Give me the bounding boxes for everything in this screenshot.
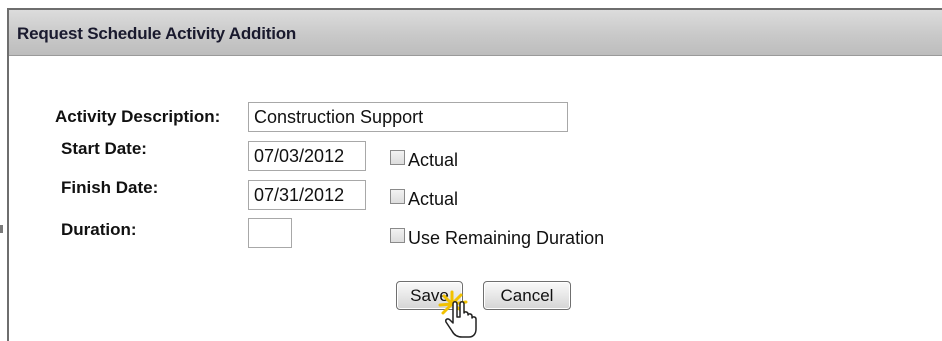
start-date-input[interactable]: 07/03/2012 — [248, 141, 366, 171]
finish-date-actual-option[interactable]: Actual — [390, 186, 459, 209]
window-edge-marker — [0, 225, 3, 233]
start-date-actual-checkbox[interactable] — [390, 150, 405, 165]
dialog-title-bar: Request Schedule Activity Addition — [9, 10, 942, 56]
finish-date-input[interactable]: 07/31/2012 — [248, 180, 366, 210]
start-date-label: Start Date: — [61, 139, 147, 158]
start-date-actual-label: Actual — [408, 150, 459, 170]
use-remaining-duration-label: Use Remaining Duration — [408, 228, 605, 248]
use-remaining-duration-option[interactable]: Use Remaining Duration — [390, 225, 605, 248]
dialog-title: Request Schedule Activity Addition — [17, 24, 297, 43]
finish-date-actual-label: Actual — [408, 189, 459, 209]
activity-description-label: Activity Description: — [55, 107, 221, 126]
cancel-button[interactable]: Cancel — [483, 281, 571, 310]
duration-label: Duration: — [61, 220, 137, 239]
duration-input[interactable] — [248, 218, 292, 248]
finish-date-label: Finish Date: — [61, 178, 159, 197]
start-date-actual-option[interactable]: Actual — [390, 147, 459, 170]
use-remaining-duration-checkbox[interactable] — [390, 228, 405, 243]
hand-pointer-click-icon — [438, 290, 477, 338]
finish-date-actual-checkbox[interactable] — [390, 189, 405, 204]
activity-description-input[interactable]: Construction Support — [248, 102, 568, 132]
